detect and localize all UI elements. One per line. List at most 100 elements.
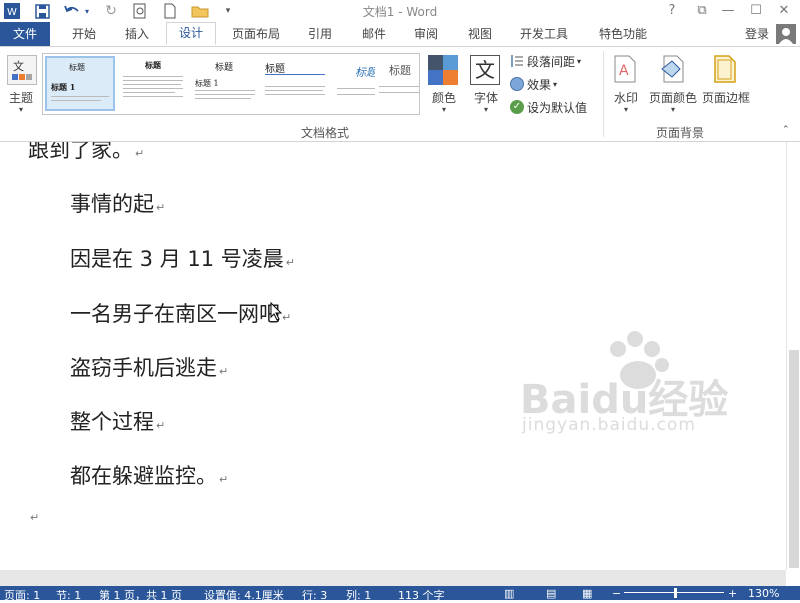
close-button[interactable]: ✕ — [772, 1, 796, 21]
paragraph-mark-icon: ↵ — [135, 147, 145, 160]
document-line[interactable]: 因是在 3 月 11 号凌晨 ↵ — [70, 243, 295, 273]
status-page-count[interactable]: 第 1 页，共 1 页 — [99, 587, 182, 603]
page-borders-button[interactable]: 页面边框 — [700, 53, 752, 119]
style-set-item[interactable]: 标题 — [261, 56, 331, 111]
style-set-gallery: 标题 标题 1 标题 标题 标题 1 标题 标题 标题 — [42, 53, 420, 115]
status-column[interactable]: 列: 1 — [346, 587, 371, 603]
style-set-item[interactable]: 标题 标题 1 — [191, 56, 261, 111]
colors-dropdown-icon: ▾ — [441, 105, 446, 114]
check-circle-icon: ✓ — [510, 100, 524, 114]
status-page[interactable]: 页面: 1 — [4, 587, 40, 603]
themes-button[interactable]: 文 主题 ▾ — [4, 53, 38, 119]
fonts-dropdown-icon: ▾ — [483, 105, 488, 114]
mouse-cursor-icon — [270, 301, 284, 325]
tab-view[interactable]: 视图 — [456, 22, 504, 46]
svg-text:A: A — [619, 63, 629, 79]
page-color-button[interactable]: 页面颜色 ▾ — [648, 53, 698, 119]
document-line[interactable]: ↵ — [28, 502, 39, 526]
vertical-scrollbar[interactable] — [786, 142, 800, 570]
fonts-button[interactable]: 文 字体 ▾ — [466, 53, 506, 119]
tab-insert[interactable]: 插入 — [112, 22, 162, 46]
zoom-out-button[interactable]: − — [612, 587, 621, 600]
document-line[interactable]: 盗窃手机后逃走 ↵ — [70, 352, 228, 382]
watermark-icon: A — [614, 55, 636, 86]
watermark-url: jingyan.baidu.com — [522, 415, 696, 435]
tab-review[interactable]: 审阅 — [402, 22, 450, 46]
document-bottom-margin — [0, 570, 786, 586]
page-color-dropdown-icon: ▾ — [670, 105, 675, 114]
page-borders-label: 页面边框 — [701, 91, 750, 105]
page-background-group-label: 页面背景 — [655, 126, 704, 140]
page-color-label: 页面颜色 — [648, 91, 697, 105]
baidu-watermark: Baidu经验 jingyan.baidu.com — [520, 327, 786, 437]
ribbon-tab-bar: 文件 开始 插入 设计 页面布局 引用 邮件 审阅 视图 开发工具 特色功能 登… — [0, 22, 800, 46]
document-line[interactable]: 跟到了家。 ↵ — [28, 142, 144, 164]
tab-mailings[interactable]: 邮件 — [350, 22, 398, 46]
document-line[interactable]: 事情的起 ↵ — [70, 188, 165, 218]
page-borders-icon — [714, 55, 736, 86]
login-link[interactable]: 登录 — [740, 22, 774, 46]
zoom-in-button[interactable]: + — [728, 587, 737, 600]
zoom-slider-thumb[interactable] — [674, 588, 677, 598]
fonts-label: 字体 — [473, 91, 498, 105]
effects-icon — [510, 77, 524, 91]
tab-featured[interactable]: 特色功能 — [590, 22, 656, 46]
tab-page-layout[interactable]: 页面布局 — [222, 22, 290, 46]
paragraph-mark-icon: ↵ — [219, 473, 229, 486]
status-word-count[interactable]: 113 个字 — [398, 587, 445, 603]
tab-references[interactable]: 引用 — [296, 22, 344, 46]
print-layout-icon[interactable]: ▤ — [546, 587, 556, 600]
tab-file[interactable]: 文件 — [0, 22, 50, 46]
status-position[interactable]: 设置值: 4.1厘米 — [204, 587, 284, 603]
zoom-level[interactable]: 130% — [748, 587, 779, 600]
paragraph-mark-icon: ↵ — [285, 256, 296, 269]
paragraph-spacing-button[interactable]: 段落间距 ▾ — [510, 51, 581, 71]
document-line[interactable]: 一名男子在南区一网吧 ↵ — [70, 298, 291, 328]
ribbon-display-options-button[interactable]: ⧉ — [690, 1, 714, 21]
style-set-item[interactable]: 标题 — [375, 56, 419, 111]
themes-label: 主题 — [8, 91, 33, 105]
set-as-default-button[interactable]: ✓ 设为默认值 — [510, 97, 587, 117]
themes-icon: 文 — [7, 55, 37, 85]
read-mode-icon[interactable]: ▥ — [504, 587, 514, 600]
tab-design[interactable]: 设计 — [166, 22, 216, 45]
set-as-default-label: 设为默认值 — [527, 100, 588, 115]
ribbon-design: 文 主题 ▾ 标题 标题 1 标题 标题 标题 1 标题 标题 标题 颜色 ▾ … — [0, 46, 800, 142]
style-set-item[interactable]: 标题 — [119, 56, 189, 111]
chevron-down-icon: ▾ — [577, 56, 582, 66]
scrollbar-thumb[interactable] — [789, 350, 799, 568]
colors-button[interactable]: 颜色 ▾ — [424, 53, 464, 119]
colors-label: 颜色 — [431, 91, 456, 105]
effects-label: 效果 — [527, 77, 552, 92]
avatar[interactable] — [776, 24, 796, 44]
themes-dropdown-icon: ▾ — [18, 105, 23, 114]
paragraph-mark-icon: ↵ — [156, 419, 166, 432]
svg-text:文: 文 — [13, 59, 24, 73]
paragraph-mark-icon: ↵ — [219, 365, 229, 378]
paragraph-mark-icon: ↵ — [156, 201, 166, 214]
document-canvas[interactable]: 跟到了家。 ↵ 事情的起 ↵ 因是在 3 月 11 号凌晨 ↵ 一名男子在南区一网吧 ↵… — [0, 142, 786, 570]
paragraph-mark-icon: ↵ — [30, 511, 40, 524]
document-format-group-label: 文档格式 — [300, 126, 349, 140]
page-color-icon — [660, 55, 686, 86]
group-divider — [603, 51, 604, 137]
watermark-dropdown-icon: ▾ — [623, 105, 628, 114]
tab-developer[interactable]: 开发工具 — [510, 22, 578, 46]
effects-button[interactable]: 效果 ▾ — [510, 74, 557, 94]
status-section[interactable]: 节: 1 — [56, 587, 81, 603]
watermark-button[interactable]: A 水印 ▾ — [606, 53, 646, 119]
web-layout-icon[interactable]: ▦ — [582, 587, 592, 600]
chevron-down-icon: ▾ — [553, 79, 558, 89]
document-line[interactable]: 整个过程 ↵ — [70, 406, 165, 436]
paragraph-spacing-label: 段落间距 — [527, 54, 576, 69]
collapse-ribbon-icon[interactable]: ⌃ — [782, 125, 790, 135]
document-line[interactable]: 都在躲避监控。 ↵ — [70, 460, 228, 490]
help-button[interactable]: ? — [660, 1, 684, 21]
status-row[interactable]: 行: 3 — [302, 587, 327, 603]
tab-home[interactable]: 开始 — [58, 22, 110, 46]
style-set-item[interactable]: 标题 标题 1 — [45, 56, 115, 111]
fonts-icon: 文 — [470, 55, 500, 85]
watermark-label: 水印 — [613, 91, 638, 105]
minimize-button[interactable]: — — [716, 1, 740, 21]
maximize-button[interactable]: ☐ — [744, 1, 768, 21]
